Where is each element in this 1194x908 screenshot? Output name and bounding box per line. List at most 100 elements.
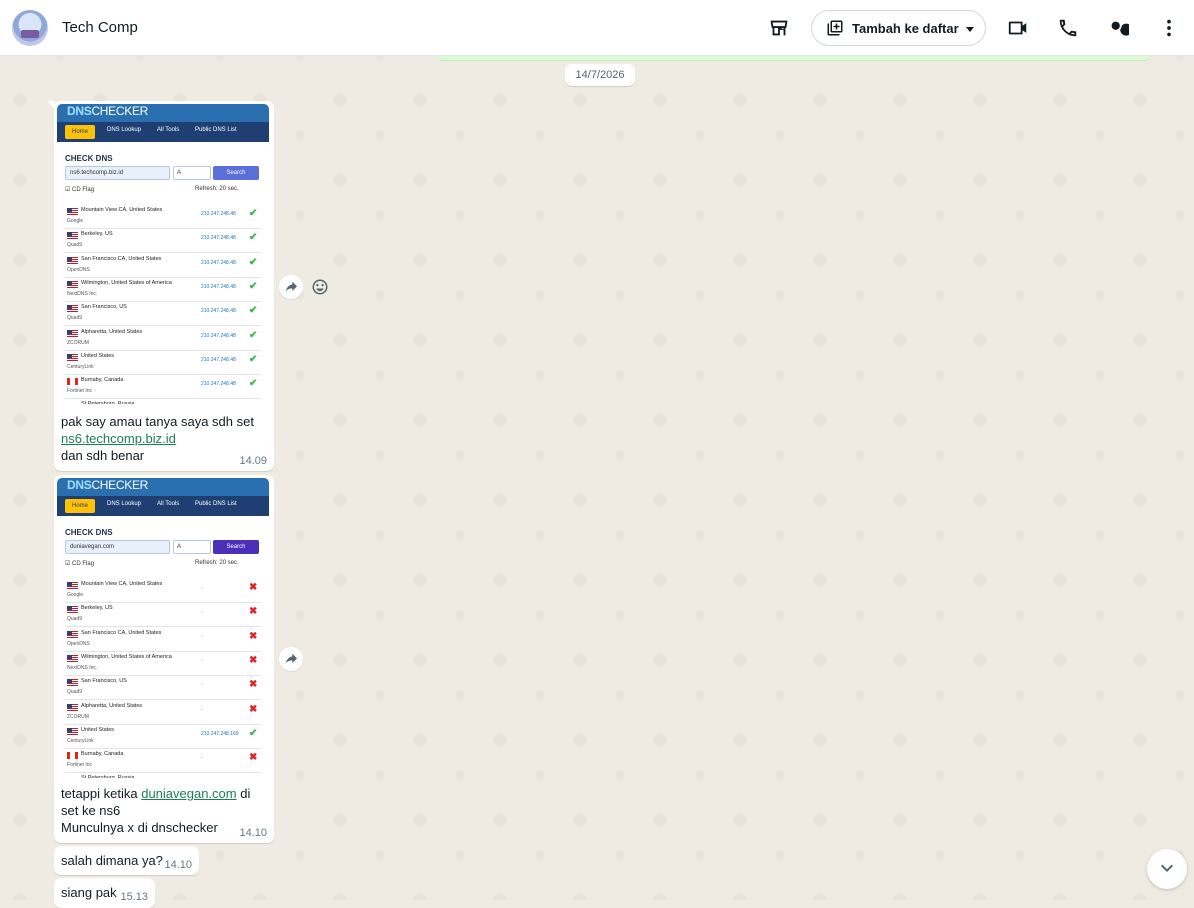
dns-result-row: San Francisco, US Quad9 210.247.248.48 ✔ xyxy=(65,302,261,327)
cross-icon: ✖ xyxy=(249,630,258,642)
flag-icon xyxy=(67,679,78,687)
cross-icon: ✖ xyxy=(249,679,258,691)
menu-icon xyxy=(1167,19,1171,37)
message-text: salah dimana ya? xyxy=(61,853,163,868)
dns-result-row: Alpharetta, United States ZCORUM - ✖ xyxy=(65,701,261,725)
react-button[interactable] xyxy=(308,275,332,299)
scroll-down-icon xyxy=(1161,864,1173,872)
avatar[interactable] xyxy=(12,10,48,46)
cross-icon: ✖ xyxy=(249,703,258,715)
dns-search: Search xyxy=(213,540,259,554)
dns-ip: 210.247.248.48 xyxy=(201,381,236,388)
dns-refresh: Refresh: 20 sec. xyxy=(195,186,239,192)
dns-provider: Google xyxy=(67,592,84,598)
flag-icon xyxy=(67,727,78,735)
flag-icon xyxy=(67,208,78,215)
dns-result-row: San Francisco, US Quad9 - ✖ xyxy=(65,676,261,701)
emoji-icon xyxy=(312,279,328,295)
dns-query: ns6.techcomp.biz.id xyxy=(65,166,170,180)
caption-line: Munculnya x di dnschecker xyxy=(61,820,218,835)
add-to-list-icon xyxy=(827,20,843,36)
dns-checker-screenshot[interactable]: DNSCHECKER Home DNS Lookup All Tools Pub… xyxy=(57,478,269,778)
forward-button[interactable] xyxy=(279,647,303,671)
dns-ip: - xyxy=(201,609,203,616)
dns-result-row: United States CenturyLink 210.247.248.48 ✔ xyxy=(65,351,261,375)
dns-location: United States xyxy=(81,726,115,733)
dns-nav-tools: All Tools xyxy=(157,127,180,133)
dns-search: Search xyxy=(213,166,259,180)
dns-nav-home: Home xyxy=(65,125,95,139)
catalog-button[interactable] xyxy=(765,14,793,42)
message-image-2[interactable]: DNSCHECKER Home DNS Lookup All Tools Pub… xyxy=(54,475,274,843)
caption-line: dan sdh benar xyxy=(61,448,145,463)
check-icon: ✔ xyxy=(249,232,258,244)
message-image-1[interactable]: DNSCHECKER Home DNS Lookup All Tools Pub… xyxy=(47,101,274,471)
caption-text: di xyxy=(236,786,251,801)
pinned-banner-edge xyxy=(438,56,1150,61)
voice-call-button[interactable] xyxy=(1054,14,1082,42)
dns-location: San Francisco, US xyxy=(81,678,127,685)
cross-icon: ✖ xyxy=(249,752,258,764)
dns-navbar: Home DNS Lookup All Tools Public DNS Lis… xyxy=(57,496,269,516)
phone-icon xyxy=(1059,19,1077,37)
dns-result-row: Berkeley, US Quad9 210.247.248.48 ✔ xyxy=(65,229,261,254)
dns-provider: NextDNS Inc. xyxy=(67,664,98,671)
dns-ip: 210.247.248.48 xyxy=(201,235,236,242)
dns-topbar: DNSCHECKER xyxy=(57,478,269,496)
dns-provider: NextDNS Inc. xyxy=(67,290,98,297)
video-call-button[interactable] xyxy=(1004,14,1032,42)
cross-icon: ✖ xyxy=(249,582,258,593)
cross-icon: ✖ xyxy=(249,606,258,618)
link-ns6[interactable]: ns6.techcomp.biz.id xyxy=(61,431,176,446)
dns-logo: DNSCHECKER xyxy=(67,104,149,118)
dns-provider: Quad9 xyxy=(67,689,83,696)
dns-ip: - xyxy=(201,585,203,591)
dns-location: San Francisco CA, United States xyxy=(81,629,162,636)
dns-nav-public: Public DNS List xyxy=(195,501,237,507)
dns-location: Alpharetta, United States xyxy=(81,702,143,709)
contact-name[interactable]: Tech Comp xyxy=(62,19,138,36)
message-time: 14.10 xyxy=(239,827,267,839)
flag-icon xyxy=(67,606,78,614)
link-duniavegan[interactable]: duniavegan.com xyxy=(141,786,236,801)
dns-location: Burnaby, Canada xyxy=(81,377,124,384)
dns-location: Wilmington, United States of America xyxy=(81,279,172,286)
caption-line: set ke ns6 xyxy=(61,803,121,818)
dns-navbar: Home DNS Lookup All Tools Public DNS Lis… xyxy=(57,122,269,142)
dns-result-row: St Petersburg, Russia xyxy=(65,773,261,778)
dns-topbar: DNSCHECKER xyxy=(57,104,269,122)
flag-icon xyxy=(67,776,78,778)
dns-location: Mountain View CA, United States xyxy=(81,207,163,213)
dns-nav-home: Home xyxy=(65,499,95,513)
date-separator: 14/7/2026 xyxy=(565,64,635,86)
video-call-icon xyxy=(1008,21,1027,35)
dns-result-row: Mountain View CA, United States Google - ✖ xyxy=(65,579,261,603)
dns-result-row: Wilmington, United States of America Next… xyxy=(65,278,261,302)
dns-nav-lookup: DNS Lookup xyxy=(107,501,142,507)
dns-record-type: A xyxy=(173,166,211,180)
flag-icon xyxy=(67,378,78,386)
dns-provider: Quad9 xyxy=(67,242,83,249)
dns-provider: Quad9 xyxy=(67,616,83,623)
dns-location: Wilmington, United States of America xyxy=(81,653,172,660)
forward-button[interactable] xyxy=(279,275,303,299)
message-text-3[interactable]: salah dimana ya? 14.10 xyxy=(54,846,199,875)
check-icon: ✔ xyxy=(249,305,258,317)
dns-checker-screenshot[interactable]: DNSCHECKER Home DNS Lookup All Tools Pub… xyxy=(57,104,269,404)
dns-nav-tools: All Tools xyxy=(157,501,180,507)
flag-icon xyxy=(67,703,78,711)
search-button[interactable] xyxy=(1104,14,1132,42)
message-time: 14.10 xyxy=(164,859,192,871)
message-caption-2: tetappi ketika duniavegan.com di set ke … xyxy=(61,785,251,836)
message-text-4[interactable]: siang pak 15.13 xyxy=(54,878,155,908)
menu-button[interactable] xyxy=(1155,14,1183,42)
forward-icon xyxy=(285,653,297,664)
add-to-list-button[interactable]: Tambah ke daftar xyxy=(811,10,986,46)
dns-provider: Fortinet Inc xyxy=(67,388,93,395)
dns-result-row: Alpharetta, United States ZCORUM 210.247.2… xyxy=(65,327,261,351)
forward-icon xyxy=(285,281,297,292)
flag-icon xyxy=(67,280,78,288)
caption-text: tetappi ketika xyxy=(61,786,142,801)
scroll-down-button[interactable] xyxy=(1147,849,1187,889)
dns-location: St Petersburg, Russia xyxy=(81,775,135,778)
